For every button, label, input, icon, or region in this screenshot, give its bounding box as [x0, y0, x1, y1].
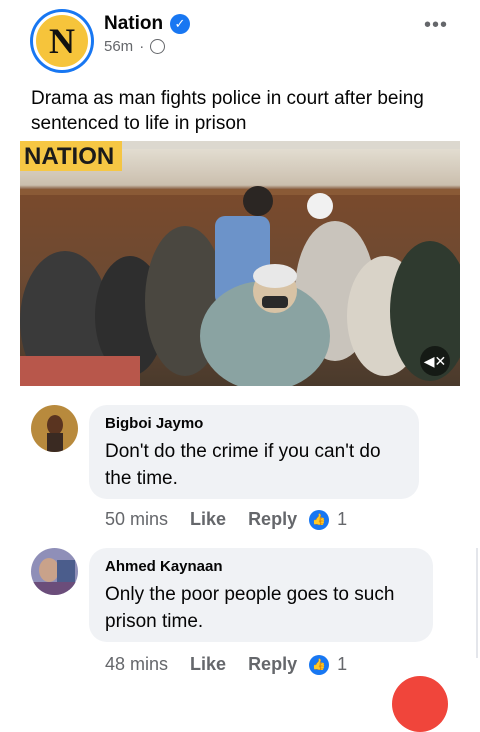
commenter-avatar[interactable] [31, 548, 78, 595]
page-name[interactable]: Nation [104, 13, 163, 35]
comment-time[interactable]: 48 mins [105, 654, 168, 675]
floating-button[interactable] [392, 676, 448, 732]
like-reaction-icon[interactable]: 👍 [309, 509, 330, 530]
globe-icon [150, 39, 166, 54]
comment-bubble: Ahmed Kaynaan Only the poor people goes … [89, 548, 433, 642]
comment-actions: 48 mins Like Reply 👍 1 [105, 654, 347, 675]
reaction-count[interactable]: 1 [337, 654, 347, 675]
more-options-icon[interactable]: ••• [424, 14, 448, 37]
post-time[interactable]: 56m [104, 38, 133, 55]
reply-button[interactable]: Reply [248, 509, 297, 530]
separator-dot: · [139, 38, 145, 55]
like-reaction-icon[interactable]: 👍 [309, 654, 330, 675]
comment-text: Only the poor people goes to such prison… [105, 584, 395, 632]
post-meta: 56m · [104, 38, 166, 55]
avatar-letter: N [49, 21, 75, 61]
like-button[interactable]: Like [190, 509, 226, 530]
comment-author[interactable]: Bigboi Jaymo [105, 415, 403, 432]
comment-actions: 50 mins Like Reply 👍 1 [105, 509, 347, 530]
sheet-edge [476, 548, 478, 658]
reaction-count[interactable]: 1 [337, 509, 347, 530]
comment-time[interactable]: 50 mins [105, 509, 168, 530]
mute-icon[interactable]: ◀✕ [420, 346, 450, 376]
post-video[interactable]: NATION ◀✕ [20, 141, 460, 386]
video-frame [20, 141, 460, 386]
video-watermark: NATION [24, 143, 115, 170]
comment-text: Don't do the crime if you can't do the t… [105, 441, 381, 489]
page-avatar[interactable]: N [30, 9, 94, 73]
commenter-avatar[interactable] [31, 405, 78, 452]
like-button[interactable]: Like [190, 654, 226, 675]
verified-icon: ✓ [170, 14, 190, 34]
comment-bubble: Bigboi Jaymo Don't do the crime if you c… [89, 405, 419, 499]
reply-button[interactable]: Reply [248, 654, 297, 675]
comment-author[interactable]: Ahmed Kaynaan [105, 558, 417, 575]
post-text: Drama as man fights police in court afte… [31, 88, 424, 134]
